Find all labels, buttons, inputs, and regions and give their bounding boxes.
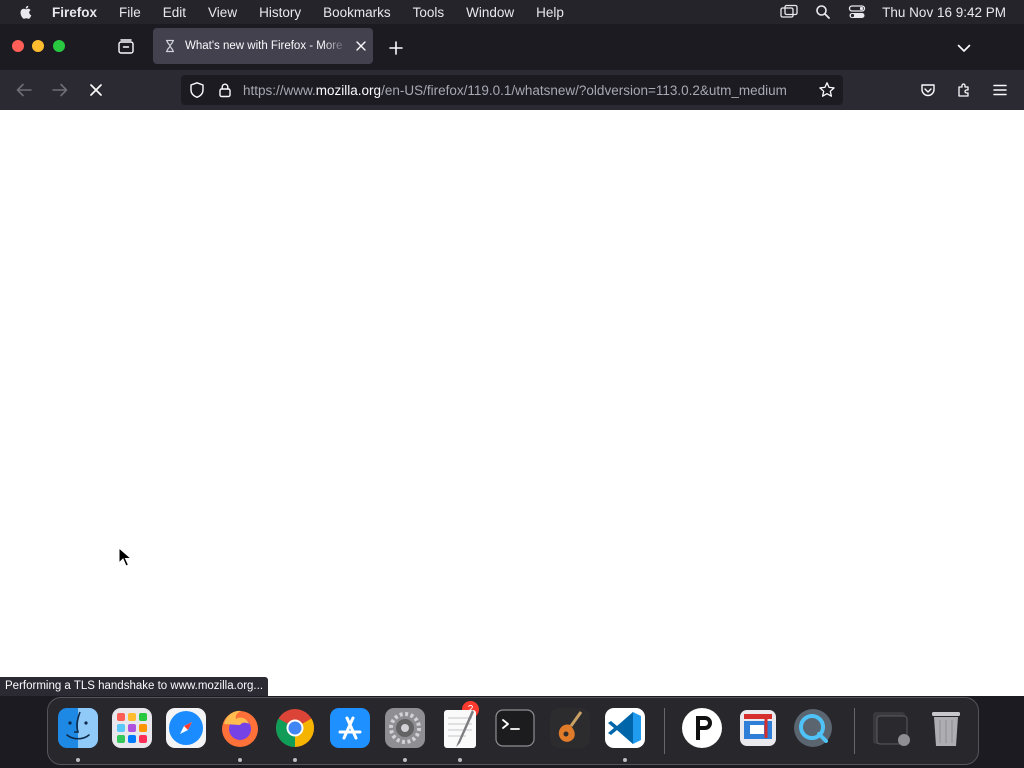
menubar-clock[interactable]: Thu Nov 16 9:42 PM [882,5,1006,20]
macos-dock: 2 [47,697,979,765]
screen-mirroring-icon[interactable] [780,3,798,21]
page-content-area[interactable] [0,110,1024,696]
remote-desktop-icon[interactable] [736,706,780,750]
url-bar[interactable]: https://www.mozilla.org/en-US/firefox/11… [181,75,843,105]
stop-loading-x-icon[interactable] [86,80,106,100]
menu-file[interactable]: File [119,5,141,20]
url-text[interactable]: https://www.mozilla.org/en-US/firefox/11… [243,83,809,98]
site-security-lock-icon[interactable] [217,82,233,98]
menu-tools[interactable]: Tools [413,5,445,20]
pocket-icon[interactable] [918,80,938,100]
dock-separator-2 [854,708,855,754]
url-path: /en-US/firefox/119.0.1/whatsnew/?oldvers… [381,82,787,98]
menu-help[interactable]: Help [536,5,564,20]
menu-edit[interactable]: Edit [163,5,186,20]
firefox-icon[interactable] [218,706,262,750]
tab-whats-new[interactable]: What's new with Firefox - More [153,28,373,64]
window-zoom-button[interactable] [53,40,65,52]
window-close-button[interactable] [12,40,24,52]
back-arrow-icon[interactable] [14,80,34,100]
apple-menu-icon[interactable] [18,4,34,20]
dock-separator [664,708,665,754]
launchpad-icon[interactable] [110,706,154,750]
firefox-running-indicator [238,758,242,762]
system-settings-gear-icon[interactable] [383,706,427,750]
loading-hourglass-icon [163,39,177,53]
menu-bookmarks[interactable]: Bookmarks [323,5,391,20]
downloads-stack-icon[interactable] [870,706,914,750]
menu-history[interactable]: History [259,5,301,20]
control-center-icon[interactable] [848,3,866,21]
p-app-icon[interactable] [680,706,724,750]
finder-running-indicator [76,758,80,762]
safari-icon[interactable] [164,706,208,750]
new-tab-plus-icon[interactable] [386,38,406,58]
firefox-view-icon[interactable] [116,37,136,57]
tracking-protection-shield-icon[interactable] [188,81,206,99]
list-all-tabs-chevron-down-icon[interactable] [954,38,974,58]
app-menu-hamburger-icon[interactable] [990,80,1010,100]
spotlight-search-icon[interactable] [814,3,832,21]
mouse-cursor-icon [118,547,132,567]
tab-close-icon[interactable] [353,38,369,54]
chrome-running-indicator [293,758,297,762]
chrome-icon[interactable] [273,706,317,750]
menu-app-name[interactable]: Firefox [52,5,97,20]
window-minimize-button[interactable] [32,40,44,52]
tab-title: What's new with Firefox - More [185,40,343,52]
macos-menu-bar: Firefox File Edit View History Bookmarks… [0,0,1024,24]
textedit-running-indicator [458,758,462,762]
url-prefix: https://www. [243,82,316,98]
trash-icon[interactable] [924,706,968,750]
bookmark-star-icon[interactable] [818,81,836,99]
url-host: mozilla.org [315,82,382,98]
finder-icon[interactable] [56,706,100,750]
status-panel: Performing a TLS handshake to www.mozill… [0,677,269,696]
vscode-icon[interactable] [603,706,647,750]
garageband-guitar-icon[interactable] [548,706,592,750]
settings-running-indicator [403,758,407,762]
menu-window[interactable]: Window [466,5,514,20]
menu-view[interactable]: View [208,5,237,20]
textedit-icon[interactable] [438,706,482,750]
navigation-toolbar: https://www.mozilla.org/en-US/firefox/11… [0,70,1024,110]
vscode-running-indicator [623,758,627,762]
quicktime-icon[interactable] [791,706,835,750]
app-store-icon[interactable] [328,706,372,750]
forward-arrow-icon[interactable] [50,80,70,100]
extensions-puzzle-icon[interactable] [954,80,974,100]
tab-strip: What's new with Firefox - More [0,24,1024,70]
terminal-icon[interactable] [493,706,537,750]
